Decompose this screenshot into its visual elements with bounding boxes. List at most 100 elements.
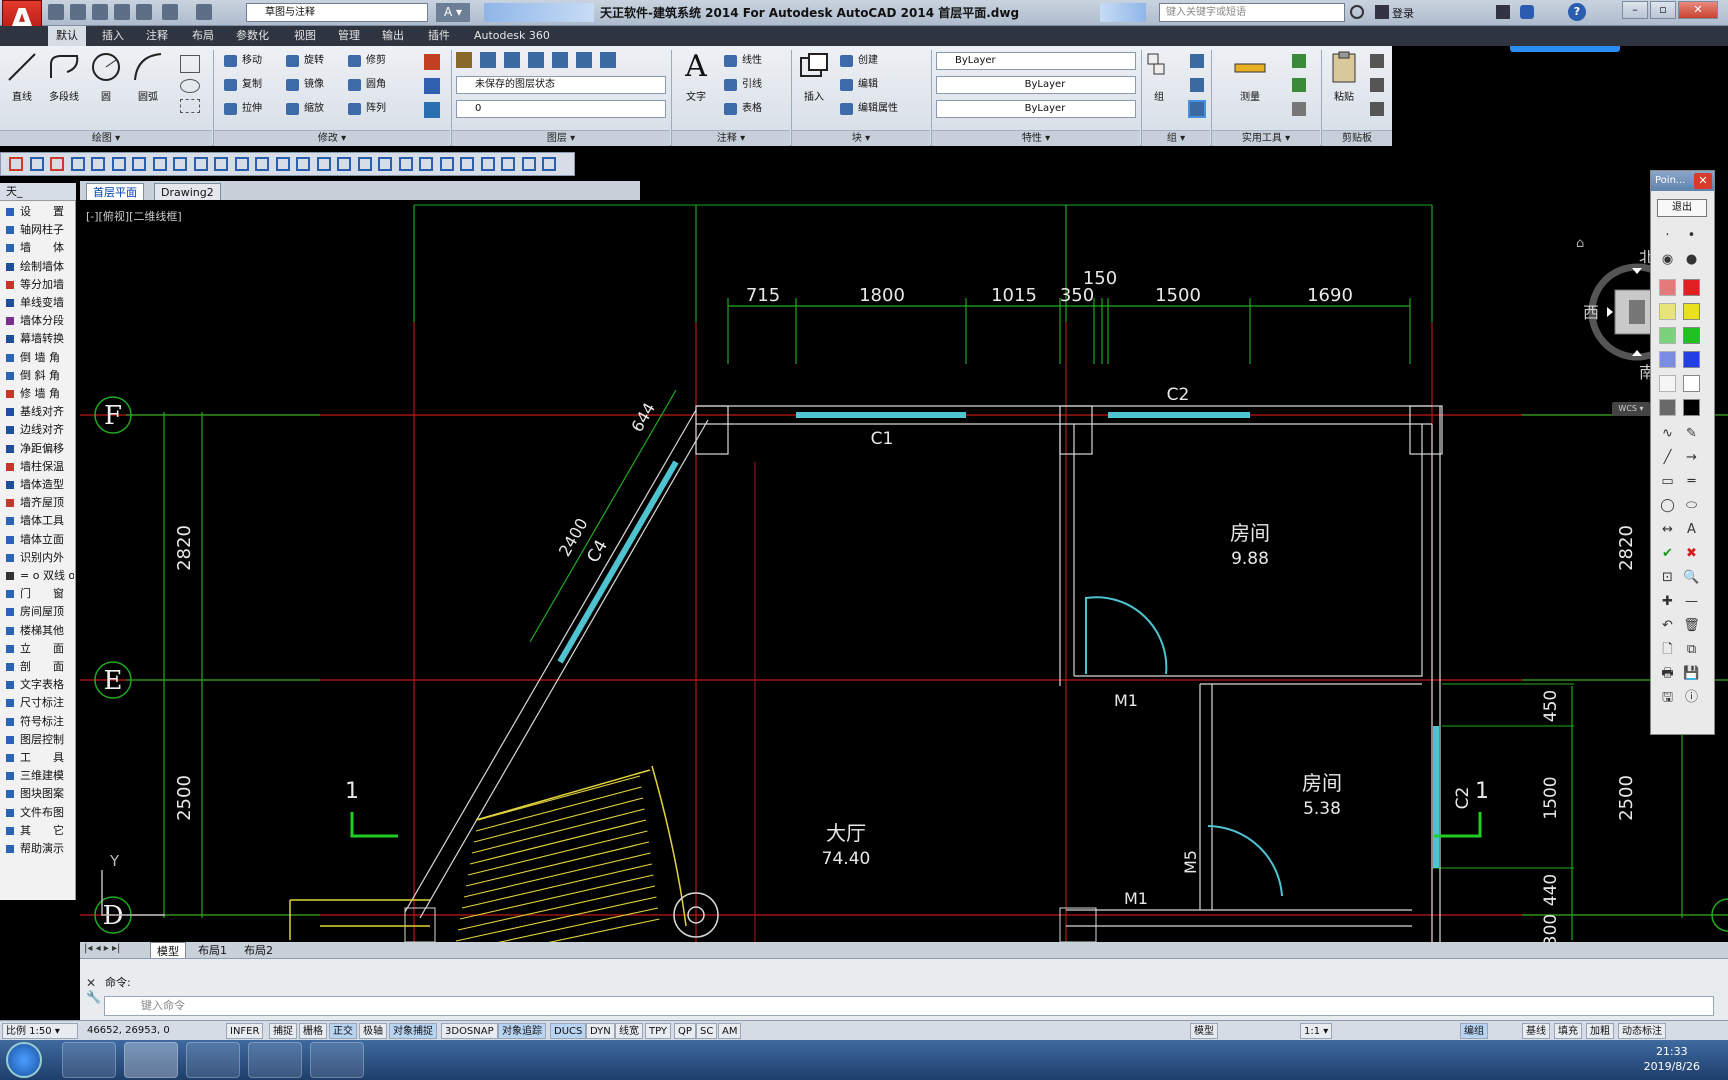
tangent-tool-icon[interactable] [521, 157, 536, 171]
start-button-icon[interactable] [6, 1042, 42, 1078]
palette-tool-icon[interactable]: ↔ [1659, 521, 1676, 538]
search-icon[interactable] [1350, 5, 1364, 19]
status-toggle[interactable]: 栅格 [299, 1023, 327, 1039]
rectangle-icon[interactable] [180, 55, 200, 73]
palette-tool-icon[interactable]: 🗑 [1683, 617, 1700, 634]
screen-menu-item[interactable]: 墙体工具 [2, 512, 74, 530]
layer-match-icon[interactable] [600, 52, 616, 68]
tangent-tool-icon[interactable] [480, 157, 495, 171]
screen-menu-item[interactable]: 墙体立面 [2, 531, 74, 549]
tangent-tool-icon[interactable] [398, 157, 413, 171]
copy-clip-icon[interactable] [1370, 78, 1384, 92]
tangent-tool-icon[interactable] [193, 157, 208, 171]
screen-menu-item[interactable]: 图层控制 [2, 731, 74, 749]
tangent-tool-icon[interactable] [255, 157, 269, 171]
tangent-tool-icon[interactable] [419, 157, 433, 171]
ungroup-icon[interactable] [1190, 54, 1204, 68]
color-swatch[interactable] [1683, 351, 1700, 368]
group-select-icon[interactable] [1188, 100, 1206, 118]
maximize-button[interactable]: ▫ [1650, 1, 1676, 19]
screen-menu-item[interactable]: 立 面 [2, 640, 74, 658]
taskbar-baidu-cloud-icon[interactable] [186, 1042, 240, 1078]
screen-menu-item[interactable]: 单线变墙 [2, 294, 74, 312]
status-toggle[interactable]: QP [674, 1023, 696, 1039]
linetype-dropdown[interactable]: ByLayer [936, 76, 1136, 94]
taskbar-ie-icon[interactable] [62, 1042, 116, 1078]
tangent-tool-icon[interactable] [378, 157, 392, 171]
screen-menu-item[interactable]: 倒 墙 角 [2, 349, 74, 367]
erase-icon[interactable] [424, 54, 440, 70]
palette-tool-icon[interactable]: ✔ [1659, 545, 1676, 562]
viewcube-arrow-up-icon[interactable] [1632, 268, 1642, 274]
insert-block-tool[interactable]: 插入 [794, 50, 834, 103]
palette-tool-icon[interactable]: ▭ [1659, 473, 1676, 490]
pen-size-icon[interactable]: · [1659, 227, 1676, 244]
layer-state-icon[interactable] [480, 52, 496, 68]
palette-tool-icon[interactable]: — [1683, 593, 1700, 610]
move-tool[interactable]: 移动 [222, 52, 262, 70]
color-swatch[interactable] [1659, 327, 1676, 344]
layer-isolate-icon[interactable] [528, 52, 544, 68]
tangent-tool-icon[interactable] [439, 157, 454, 171]
taskbar-app-icon[interactable] [310, 1042, 364, 1078]
tab-output[interactable]: 输出 [374, 26, 412, 46]
tangent-tool-icon[interactable] [214, 157, 228, 171]
viewport-controls-label[interactable]: [-][俯视][二维线框] [86, 209, 182, 223]
tab-manage[interactable]: 管理 [330, 26, 368, 46]
status-toggle[interactable]: 对象追踪 [498, 1023, 546, 1039]
color-swatch[interactable] [1659, 351, 1676, 368]
status-toggle[interactable]: AM [718, 1023, 742, 1039]
palette-close-icon[interactable]: ✕ [1694, 173, 1712, 189]
tangent-tool-icon[interactable] [173, 157, 187, 171]
a360-icon[interactable] [1520, 5, 1534, 19]
palette-tool-icon[interactable]: ✖ [1683, 545, 1700, 562]
screen-menu-item[interactable]: 剖 面 [2, 658, 74, 676]
search-input[interactable]: 键入关键字或短语 [1159, 3, 1345, 22]
tangent-tool-icon[interactable] [337, 157, 351, 171]
pen-size-icon[interactable]: ◉ [1659, 251, 1676, 268]
status-right-item[interactable]: 基线 [1522, 1023, 1550, 1039]
status-toggle[interactable]: DYN [586, 1023, 615, 1039]
match-properties-icon[interactable] [1370, 102, 1384, 116]
screen-menu-item[interactable]: = o 双线 o [2, 567, 74, 585]
new-file-icon[interactable] [48, 4, 64, 20]
screen-menu-item[interactable]: 绘制墙体 [2, 258, 74, 276]
palette-tool-icon[interactable]: ═ [1683, 473, 1700, 490]
screen-menu-item[interactable]: 净距偏移 [2, 440, 74, 458]
palette-tool-icon[interactable]: ↶ [1659, 617, 1676, 634]
screen-menu-item[interactable]: 符号标注 [2, 713, 74, 731]
count-icon[interactable] [1292, 78, 1306, 92]
polyline-tool[interactable]: 多段线 [44, 50, 84, 103]
screen-menu-item[interactable]: 设 置 [2, 203, 74, 221]
color-swatch[interactable] [1683, 327, 1700, 344]
tangent-tool-icon[interactable] [132, 157, 146, 171]
current-layer-dropdown[interactable]: 0 [456, 100, 666, 118]
tangent-tool-icon[interactable] [501, 157, 515, 171]
rotate-tool[interactable]: 旋转 [284, 52, 324, 70]
scale-dropdown[interactable]: 比例 1:50 ▾ [2, 1023, 78, 1039]
trim-tool[interactable]: 修剪 [346, 52, 386, 70]
hatch-icon[interactable] [180, 99, 200, 113]
palette-tool-icon[interactable]: ✎ [1683, 425, 1700, 442]
group-tool[interactable]: 组 [1144, 50, 1174, 103]
text-tool[interactable]: A 文字 [676, 50, 716, 104]
modify-panel-label[interactable]: 修改 ▾ [214, 130, 450, 146]
status-toggle[interactable]: DUCS [550, 1023, 587, 1039]
tangent-tool-icon[interactable] [316, 157, 331, 171]
viewcube-top-face[interactable] [1629, 300, 1645, 324]
screen-menu-item[interactable]: 其 它 [2, 822, 74, 840]
tangent-tool-icon[interactable] [9, 157, 23, 171]
status-toggle[interactable]: 线宽 [615, 1023, 643, 1039]
tab-layout[interactable]: 布局 [184, 26, 222, 46]
screen-menu-item[interactable]: 基线对齐 [2, 403, 74, 421]
calculator-icon[interactable] [1292, 102, 1306, 116]
draw-extra-tools[interactable] [176, 52, 208, 124]
screen-menu-item[interactable]: 幕墙转换 [2, 330, 74, 348]
drawing-canvas[interactable]: 715 1800 1015 3501501500 1690282025002820250… [80, 200, 1728, 942]
screen-menu-item[interactable]: 文字表格 [2, 676, 74, 694]
palette-tool-icon[interactable]: 🖶 [1659, 665, 1676, 682]
status-toggle[interactable]: 对象捕捉 [389, 1023, 437, 1039]
color-swatch[interactable] [1683, 279, 1700, 296]
screen-menu-item[interactable]: 边线对齐 [2, 421, 74, 439]
palette-tool-icon[interactable]: → [1683, 449, 1700, 466]
